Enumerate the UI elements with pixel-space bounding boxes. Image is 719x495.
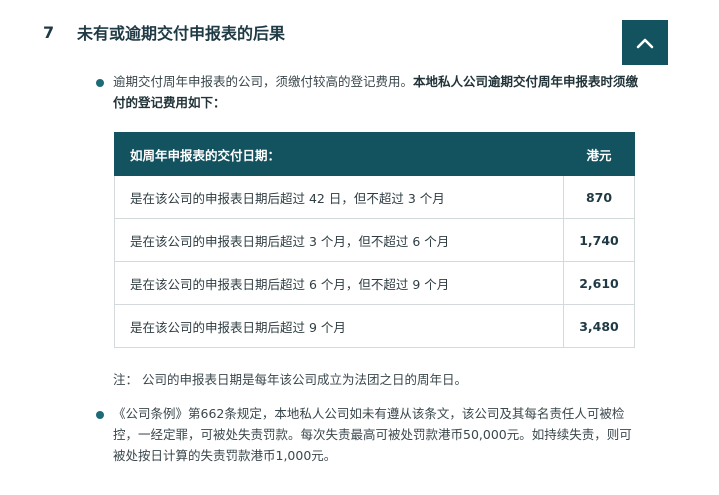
table-row: 是在该公司的申报表日期后超过 9 个月 3,480 (114, 304, 635, 348)
row-condition: 是在该公司的申报表日期后超过 9 个月 (114, 304, 564, 348)
header-delivery-date: 如周年申报表的交付日期： (114, 132, 564, 176)
row-condition: 是在该公司的申报表日期后超过 42 日，但不超过 3 个月 (114, 175, 564, 219)
row-fee: 2,610 (563, 261, 635, 305)
fee-intro-paragraph: 逾期交付周年申报表的公司，须缴付较高的登记费用。本地私人公司逾期交付周年申报表时… (113, 71, 643, 113)
chevron-up-icon (636, 38, 654, 48)
row-condition: 是在该公司的申报表日期后超过 6 个月，但不超过 9 个月 (114, 261, 564, 305)
header-hkd: 港元 (563, 132, 635, 176)
bullet-dot (96, 411, 104, 419)
section-header: 7 未有或逾期交付申报表的后果 (43, 20, 285, 44)
back-to-top-button[interactable] (622, 20, 668, 65)
note-text: 注： 公司的申报表日期是每年该公司成立为法团之日的周年日。 (113, 372, 467, 387)
penalty-paragraph: 《公司条例》第662条规定，本地私人公司如未有遵从该条文，该公司及其每名责任人可… (113, 406, 632, 463)
row-fee: 3,480 (563, 304, 635, 348)
bullet-dot (96, 79, 104, 87)
row-condition: 是在该公司的申报表日期后超过 3 个月，但不超过 6 个月 (114, 218, 564, 262)
fee-intro-text: 逾期交付周年申报表的公司，须缴付较高的登记费用。 (113, 74, 414, 89)
row-fee: 870 (563, 175, 635, 219)
section-number: 7 (43, 22, 55, 42)
table-row: 是在该公司的申报表日期后超过 42 日，但不超过 3 个月 870 (114, 175, 635, 219)
registration-fee-table: 如周年申报表的交付日期： 港元 是在该公司的申报表日期后超过 42 日，但不超过… (114, 132, 635, 348)
page: 7 未有或逾期交付申报表的后果 逾期交付周年申报表的公司，须缴付较高的登记费用。… (0, 0, 719, 495)
table-row: 是在该公司的申报表日期后超过 3 个月，但不超过 6 个月 1,740 (114, 218, 635, 262)
table-row: 是在该公司的申报表日期后超过 6 个月，但不超过 9 个月 2,610 (114, 261, 635, 305)
row-fee: 1,740 (563, 218, 635, 262)
section-title: 未有或逾期交付申报表的后果 (77, 24, 286, 43)
table-header-row: 如周年申报表的交付日期： 港元 (114, 132, 635, 176)
